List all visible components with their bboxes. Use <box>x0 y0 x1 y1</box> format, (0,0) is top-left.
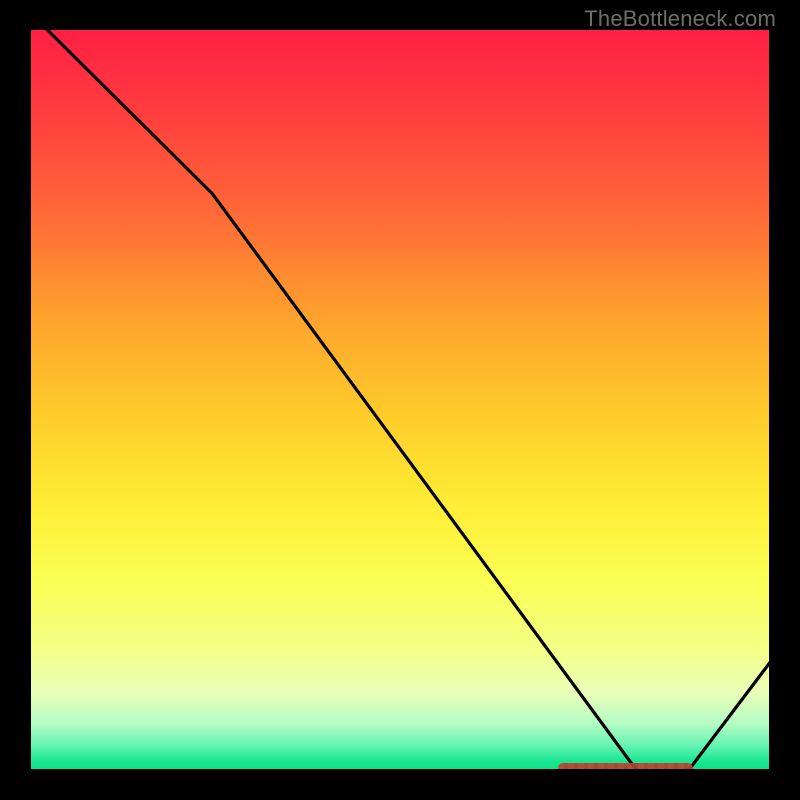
line-plot-svg <box>25 30 775 775</box>
plot-area <box>25 30 775 775</box>
watermark-text: TheBottleneck.com <box>584 6 776 32</box>
chart-page: TheBottleneck.com <box>0 0 800 800</box>
optimal-range-marker <box>558 763 693 773</box>
bottleneck-curve <box>25 30 775 775</box>
